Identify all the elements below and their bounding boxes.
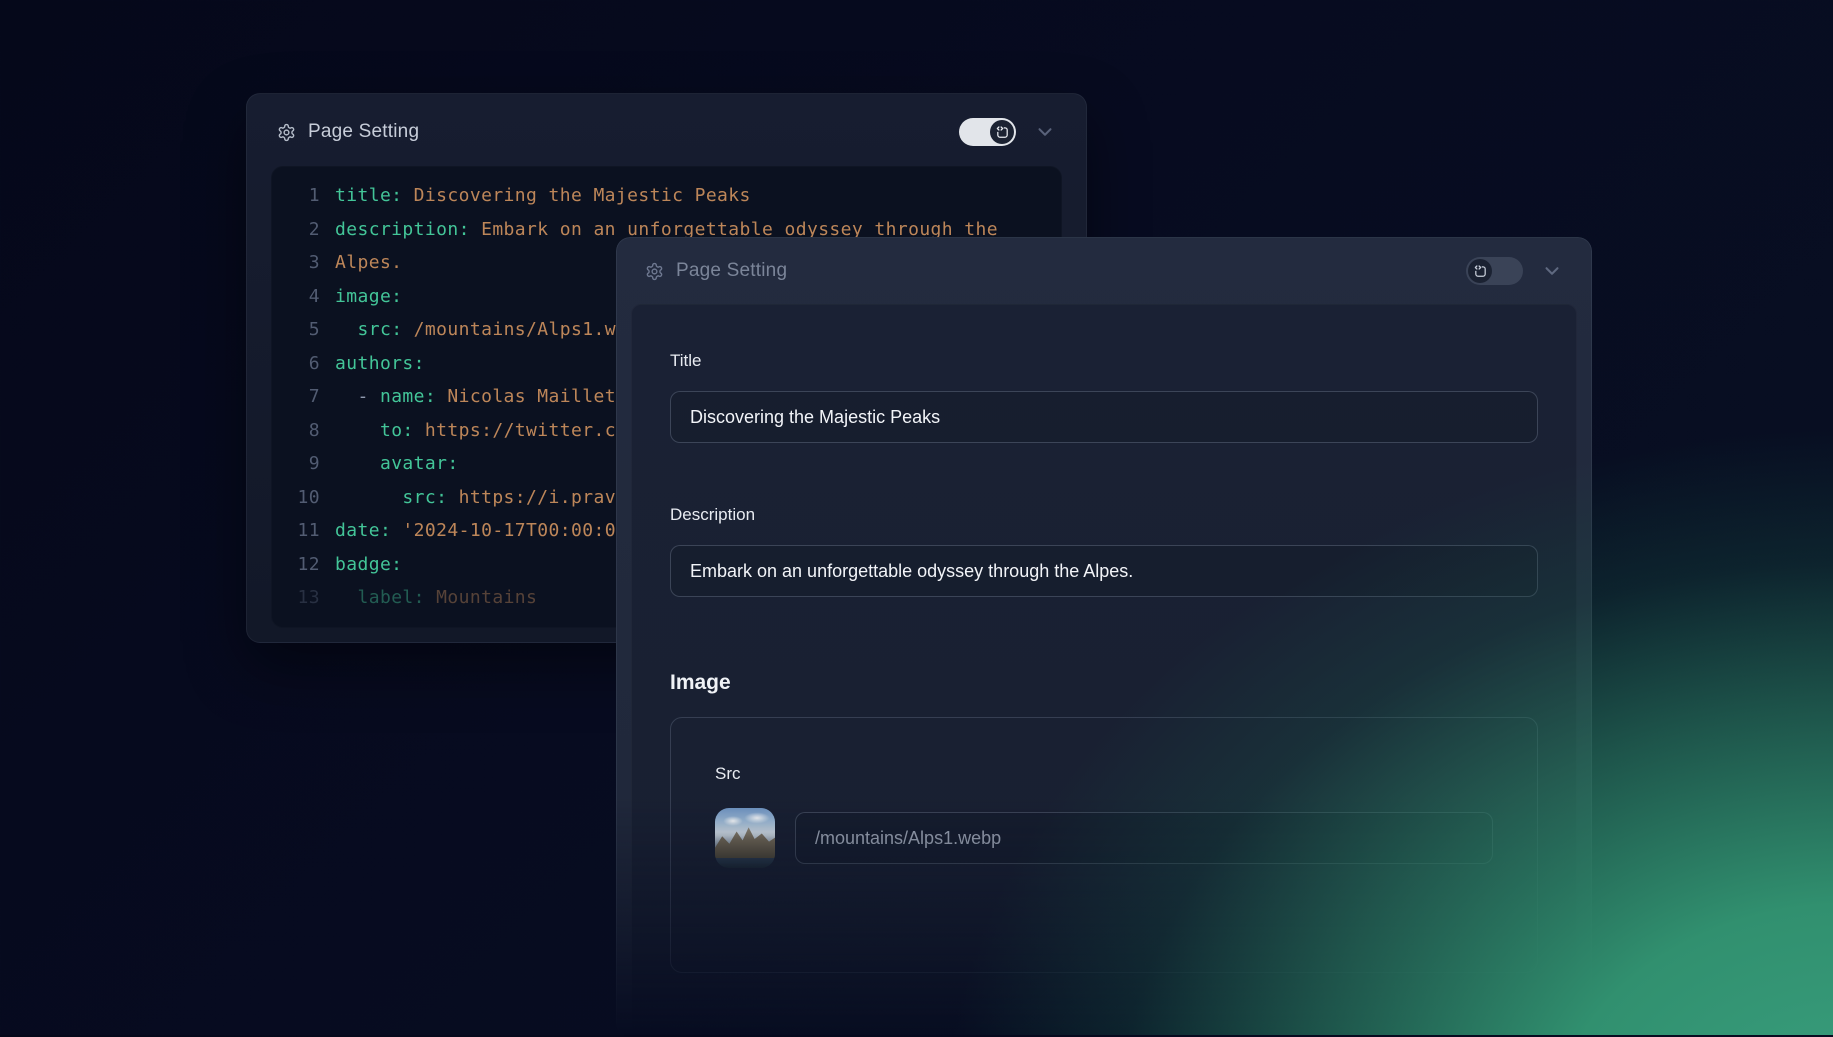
code-square-icon: [1468, 259, 1492, 283]
description-input[interactable]: [670, 545, 1538, 597]
code-square-icon: [990, 120, 1014, 144]
description-label: Description: [670, 505, 1538, 525]
panel-title: Page Setting: [676, 260, 787, 282]
title-input[interactable]: [670, 391, 1538, 443]
page-setting-panel-form: Page Setting Title Description: [616, 237, 1592, 1037]
chevron-down-icon[interactable]: [1541, 260, 1563, 282]
panel-header: Page Setting: [247, 94, 1086, 166]
page-setting-form: Title Description Image Src: [631, 304, 1577, 1034]
src-input[interactable]: [795, 812, 1493, 864]
code-line: 1title: Discovering the Majestic Peaks: [272, 179, 1061, 213]
src-label: Src: [715, 764, 1493, 784]
gear-icon: [645, 262, 664, 281]
panel-header: Page Setting: [617, 238, 1591, 304]
chevron-down-icon[interactable]: [1034, 121, 1056, 143]
title-label: Title: [670, 351, 1538, 371]
code-view-toggle[interactable]: [1466, 257, 1523, 285]
gear-icon: [277, 123, 296, 142]
image-thumbnail[interactable]: [715, 808, 775, 868]
page-background: Page Setting 1title: Discovering the Maj…: [0, 0, 1833, 1035]
image-settings-card: Src: [670, 717, 1538, 973]
image-section-heading: Image: [670, 671, 1538, 695]
code-view-toggle[interactable]: [959, 118, 1016, 146]
panel-title: Page Setting: [308, 121, 419, 143]
